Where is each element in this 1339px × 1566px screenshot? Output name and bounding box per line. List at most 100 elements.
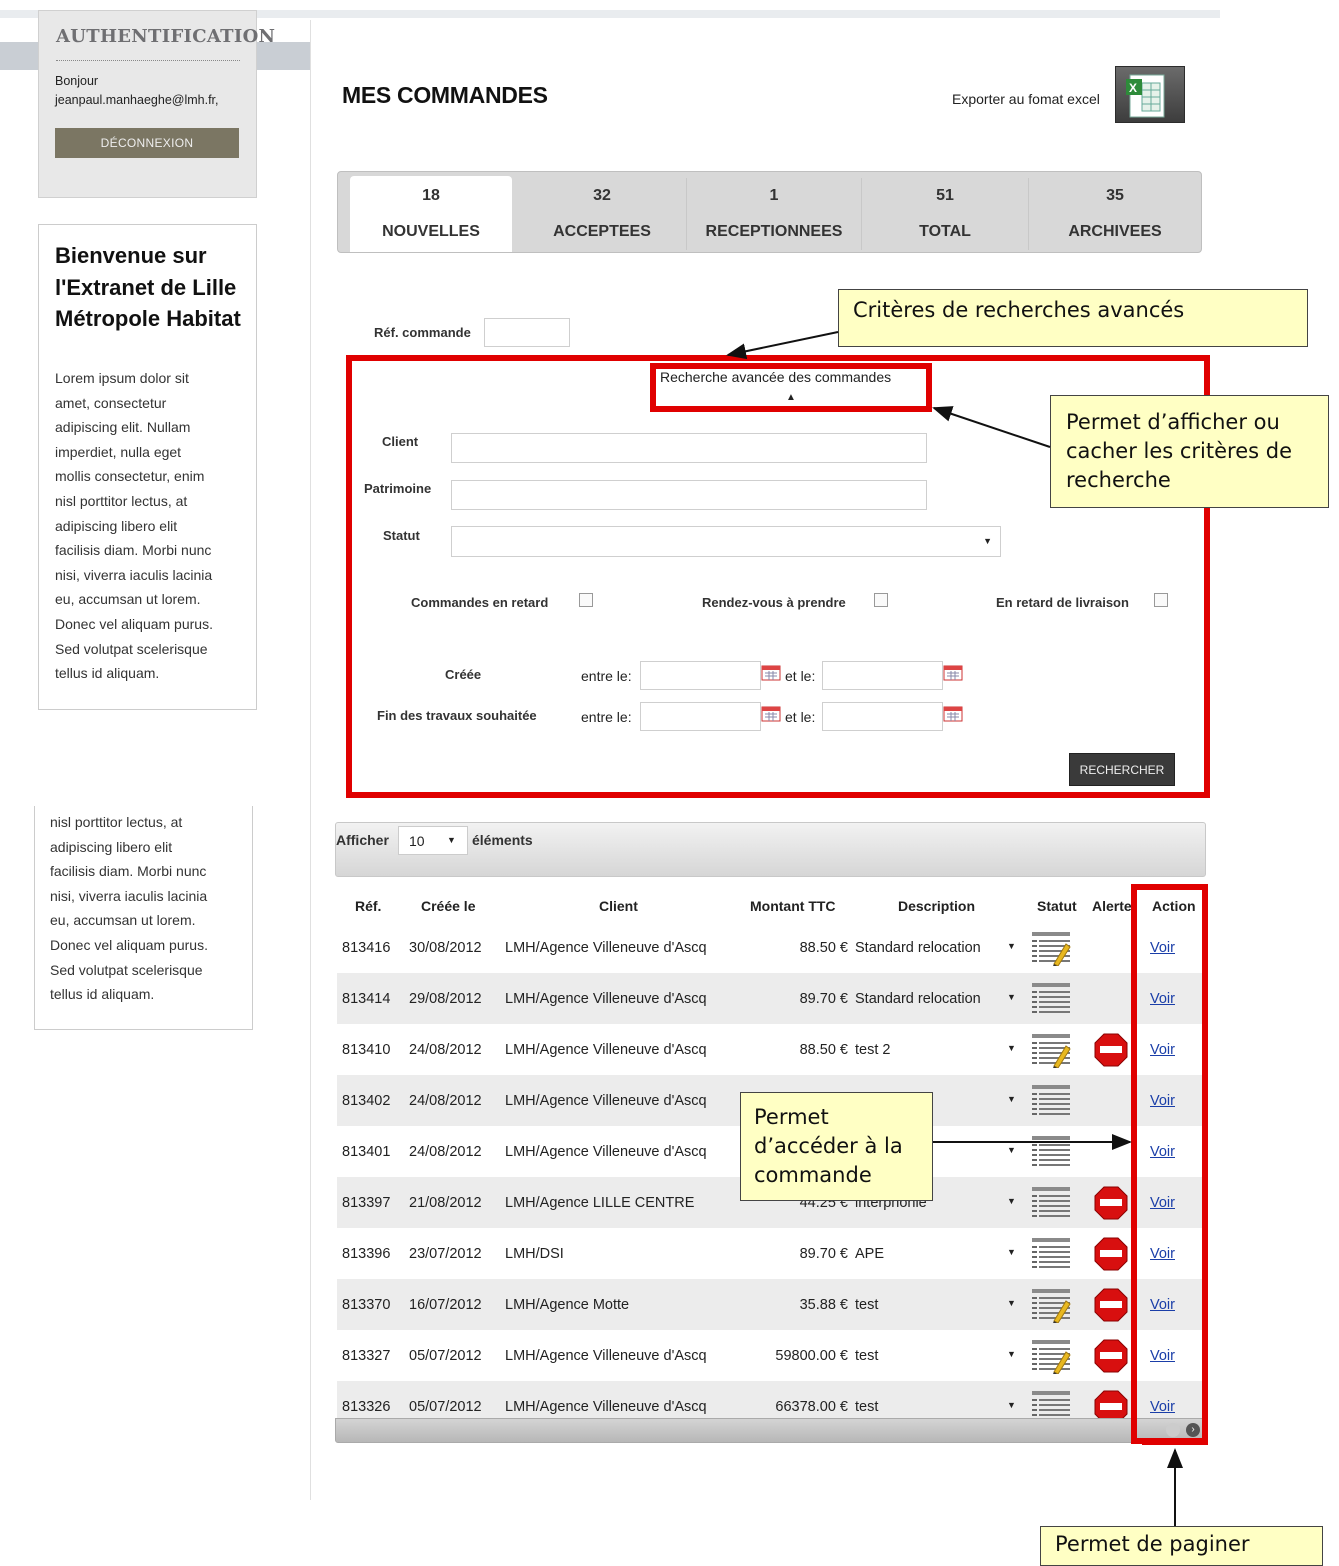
cell-status: [1030, 1083, 1072, 1123]
tab-nouvelles[interactable]: 18 NOUVELLES: [350, 176, 512, 252]
logout-button[interactable]: DÉCONNEXION: [55, 128, 239, 158]
col-alert[interactable]: Alerte: [1092, 898, 1132, 914]
end-to-input[interactable]: [822, 702, 943, 731]
text-line: amet, consectetur: [55, 394, 167, 411]
search-button[interactable]: RECHERCHER: [1069, 753, 1175, 786]
table-row: 813414 29/08/2012 LMH/Agence Villeneuve d'…: [337, 973, 1206, 1024]
welcome-title: Bienvenue sur l'Extranet de Lille Métrop…: [55, 243, 241, 331]
client-input[interactable]: [451, 433, 927, 463]
cell-created: 30/08/2012: [409, 940, 482, 956]
tab-total[interactable]: 51 TOTAL: [864, 176, 1026, 252]
note-toggle-criteria: Permet d’afficher ou cacher les critères…: [1050, 395, 1329, 508]
calendar-icon[interactable]: [943, 706, 963, 722]
tab-label: TOTAL: [919, 223, 971, 240]
cell-created: 16/07/2012: [409, 1297, 482, 1313]
cell-alert: [1093, 1032, 1129, 1072]
patrimoine-input[interactable]: [451, 480, 927, 510]
text-line: tellus id aliquam.: [55, 665, 160, 682]
cell-status: [1030, 1287, 1072, 1327]
text-line: mollis consectetur, enim: [55, 468, 205, 485]
tab-count: 35: [1106, 187, 1124, 204]
text-line: nisl porttitor lectus, at: [50, 814, 183, 830]
cell-alert: [1093, 1236, 1129, 1276]
note-pagination: Permet de paginer: [1040, 1526, 1323, 1566]
pencil-list-icon: [1032, 932, 1071, 968]
auth-divider: [56, 60, 240, 61]
welcome-text-continued: nisl porttitor lectus, at adipiscing libe…: [50, 810, 250, 1007]
user-email: jeanpaul.manhaeghe@lmh.fr,: [55, 93, 219, 107]
cell-description: Standard relocation: [855, 991, 981, 1007]
status-dropdown-icon[interactable]: ▼: [1007, 1298, 1016, 1308]
calendar-icon[interactable]: [943, 665, 963, 681]
no-entry-alert-icon: [1094, 1288, 1128, 1322]
excel-export-button[interactable]: X: [1115, 66, 1185, 123]
status-dropdown-icon[interactable]: ▼: [1007, 992, 1016, 1002]
cell-status: [1030, 981, 1072, 1021]
col-created[interactable]: Créée le: [421, 898, 475, 914]
ref-input[interactable]: [484, 318, 570, 347]
late-delivery-checkbox[interactable]: [1154, 593, 1168, 607]
created-from-input[interactable]: [640, 661, 761, 690]
status-dropdown-icon[interactable]: ▼: [1007, 1247, 1016, 1257]
col-client[interactable]: Client: [599, 898, 638, 914]
cell-ref: 813410: [342, 1042, 391, 1058]
cell-created: 05/07/2012: [409, 1399, 482, 1415]
status-dropdown-icon[interactable]: ▼: [1007, 1043, 1016, 1053]
col-ref[interactable]: Réf.: [355, 898, 381, 914]
status-dropdown-icon[interactable]: ▼: [1007, 1349, 1016, 1359]
tab-count: 51: [936, 187, 954, 204]
cell-client: LMH/Agence Motte: [505, 1297, 630, 1313]
col-status[interactable]: Statut: [1037, 898, 1077, 914]
cell-amount: 89.70 €: [799, 1246, 848, 1262]
cell-created: 29/08/2012: [409, 991, 482, 1007]
status-dropdown-icon[interactable]: ▼: [1007, 941, 1016, 951]
text-line: facilisis diam. Morbi nunc: [50, 863, 207, 880]
page-size-select[interactable]: 10 ▼: [398, 826, 468, 855]
statut-select[interactable]: ▼: [451, 526, 1001, 557]
calendar-icon[interactable]: [761, 665, 781, 681]
col-amount[interactable]: Montant TTC: [750, 898, 836, 914]
calendar-icon[interactable]: [761, 706, 781, 722]
cell-ref: 813327: [342, 1348, 391, 1364]
auth-title: AUTHENTIFICATION: [56, 26, 276, 47]
patrimoine-label: Patrimoine: [364, 481, 432, 496]
cell-client: LMH/Agence Villeneuve d'Ascq: [505, 1144, 707, 1160]
export-label[interactable]: Exporter au fomat excel: [952, 91, 1100, 107]
cell-amount: 59800.00 €: [775, 1348, 848, 1364]
collapse-arrow-icon[interactable]: ▲: [786, 392, 796, 403]
advanced-search-toggle[interactable]: Recherche avancée des commandes: [660, 369, 891, 385]
status-dropdown-icon[interactable]: ▼: [1007, 1145, 1016, 1155]
cell-created: 05/07/2012: [409, 1348, 482, 1364]
end-from-input[interactable]: [640, 702, 761, 731]
cell-ref: 813326: [342, 1399, 391, 1415]
cell-description: test: [855, 1348, 879, 1364]
cell-alert: [1093, 1185, 1129, 1225]
cell-client: LMH/Agence LILLE CENTRE: [505, 1195, 695, 1211]
cell-amount: 88.50 €: [799, 1042, 848, 1058]
created-to-input[interactable]: [822, 661, 943, 690]
status-dropdown-icon[interactable]: ▼: [1007, 1196, 1016, 1206]
note-access-order: Permet d’accéder à la commande: [740, 1092, 933, 1201]
appointment-checkbox[interactable]: [874, 593, 888, 607]
late-orders-checkbox[interactable]: [579, 593, 593, 607]
welcome-text: Lorem ipsum dolor sit amet, consectetur ad…: [55, 366, 255, 686]
cell-ref: 813414: [342, 991, 391, 1007]
tab-receptionnees[interactable]: 1 RECEPTIONNEES: [690, 176, 858, 252]
tab-acceptees[interactable]: 32 ACCEPTEES: [520, 176, 684, 252]
no-entry-alert-icon: [1094, 1237, 1128, 1271]
cell-created: 24/08/2012: [409, 1144, 482, 1160]
client-label: Client: [382, 434, 419, 449]
col-description[interactable]: Description: [898, 898, 975, 914]
cell-ref: 813370: [342, 1297, 391, 1313]
status-dropdown-icon[interactable]: ▼: [1007, 1400, 1016, 1410]
text-line: Sed volutpat scelerisque: [50, 961, 203, 978]
text-line: imperdiet, nulla eget: [55, 443, 182, 460]
pagination-highlight: [1142, 1438, 1208, 1445]
tab-archivees[interactable]: 35 ARCHIVEES: [1032, 176, 1198, 252]
cell-description: Standard relocation: [855, 940, 981, 956]
list-icon: [1032, 1238, 1070, 1268]
list-icon: [1032, 1136, 1070, 1166]
cell-created: 24/08/2012: [409, 1042, 482, 1058]
status-dropdown-icon[interactable]: ▼: [1007, 1094, 1016, 1104]
cell-status: [1030, 930, 1072, 970]
